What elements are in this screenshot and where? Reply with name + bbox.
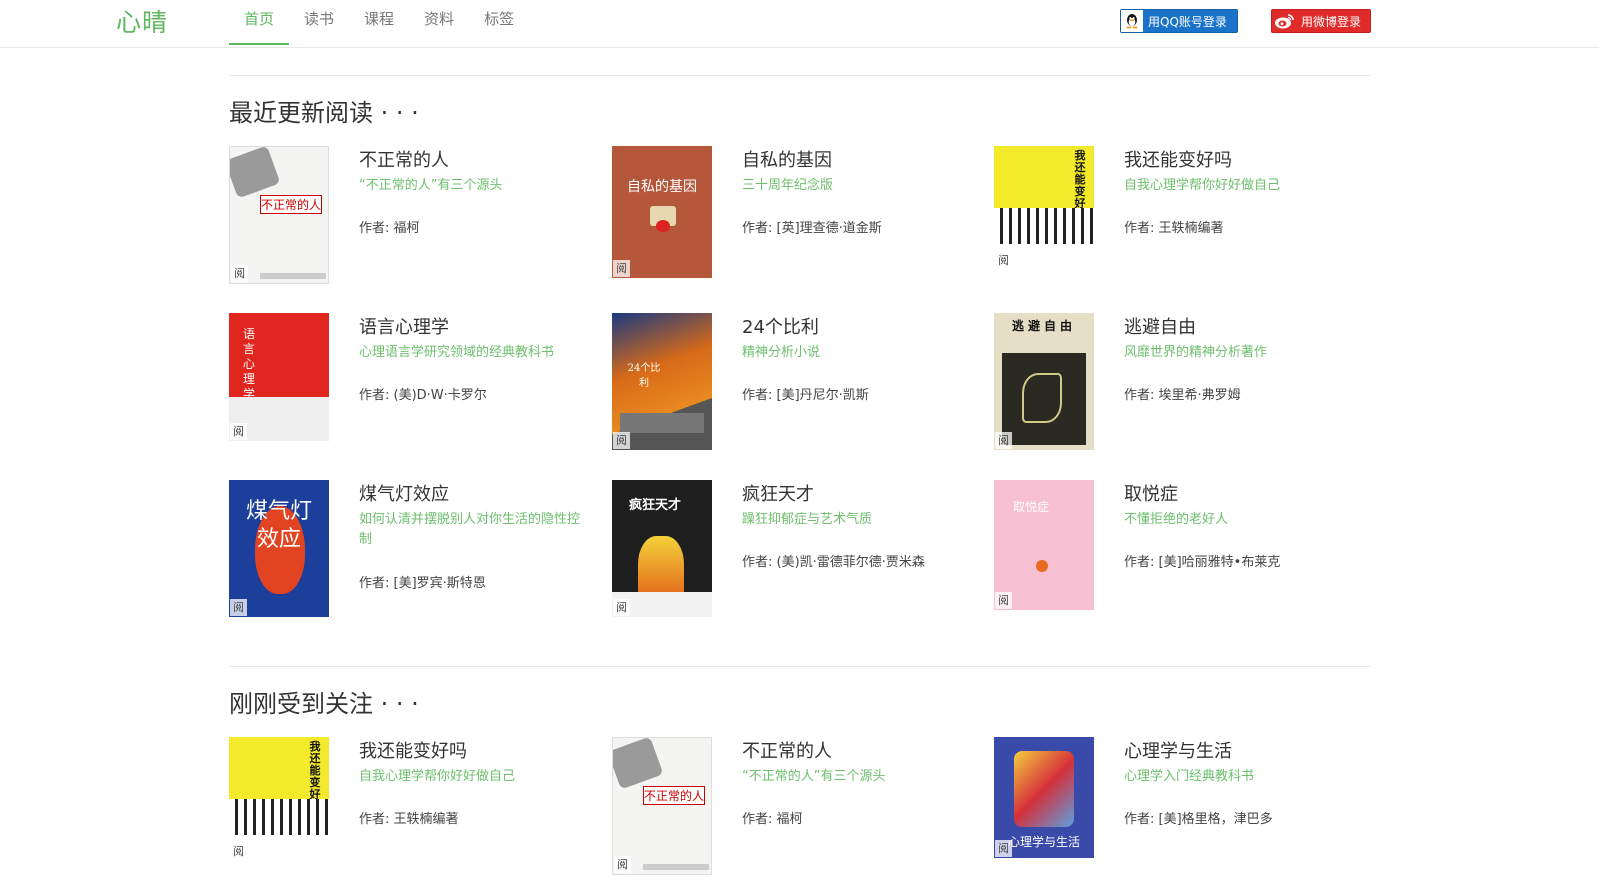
- book-title[interactable]: 我还能变好吗: [1124, 146, 1232, 172]
- site-logo[interactable]: 心晴: [116, 3, 168, 39]
- qq-login-button[interactable]: 用QQ账号登录: [1120, 9, 1238, 33]
- read-tag: 阅: [613, 432, 630, 449]
- cover-title: 取悦症: [1012, 500, 1049, 514]
- book-card: 我还能变好吗 阅 我还能变好吗 自我心理学帮你好好做自己 作者: 王轶楠编著: [229, 737, 599, 877]
- read-tag: 阅: [230, 843, 247, 860]
- read-tag: 阅: [995, 840, 1012, 857]
- cover-title: 不正常的人: [643, 786, 705, 805]
- book-title[interactable]: 24个比利: [742, 313, 819, 339]
- read-tag: 阅: [995, 252, 1012, 269]
- book-title[interactable]: 不正常的人: [742, 737, 832, 763]
- book-subtitle: 躁狂抑郁症与艺术气质: [742, 512, 873, 527]
- book-title[interactable]: 不正常的人: [359, 146, 449, 172]
- book-author: 作者: [英]理查德·道金斯: [742, 221, 882, 236]
- book-card: 语言心理学 阅 语言心理学 心理语言学研究领域的经典教科书 作者: (美)D·W…: [229, 313, 599, 453]
- book-subtitle: 心理语言学研究领域的经典教科书: [359, 345, 555, 360]
- book-cover[interactable]: 逃避自由 阅: [994, 313, 1094, 450]
- book-cover[interactable]: 疯狂天才 阅: [612, 480, 712, 617]
- book-author: 作者: [美]丹尼尔·凯斯: [742, 388, 869, 403]
- book-author: 作者: 王轶楠编著: [1124, 221, 1224, 236]
- book-author: 作者: 福柯: [742, 812, 803, 827]
- book-subtitle: 风靡世界的精神分析著作: [1124, 345, 1268, 360]
- book-cover[interactable]: 不正常的人 阅: [229, 146, 329, 284]
- qq-penguin-icon: [1121, 10, 1143, 32]
- cover-title: 逃避自由: [1011, 319, 1076, 333]
- main-nav: 首页 读书 课程 资料 标签: [229, 0, 529, 45]
- book-cover[interactable]: 我还能变好吗 阅: [994, 146, 1094, 270]
- book-subtitle: “不正常的人”有三个源头: [359, 178, 503, 193]
- nav-materials[interactable]: 资料: [409, 0, 469, 45]
- book-author: 作者: [美]罗宾·斯特恩: [359, 576, 486, 591]
- cover-title: 24个比利: [627, 363, 661, 389]
- book-cover[interactable]: 心理学与生活 阅: [994, 737, 1094, 858]
- read-tag: 阅: [230, 599, 247, 616]
- nav-courses[interactable]: 课程: [349, 0, 409, 45]
- book-subtitle: 精神分析小说: [742, 345, 821, 360]
- book-cover[interactable]: 语言心理学 阅: [229, 313, 329, 441]
- book-cover[interactable]: 煤气灯效应 阅: [229, 480, 329, 617]
- book-author: 作者: [美]格里格，津巴多: [1124, 812, 1273, 827]
- book-subtitle: 自我心理学帮你好好做自己: [359, 769, 516, 784]
- book-subtitle: 三十周年纪念版: [742, 178, 834, 193]
- book-author: 作者: 福柯: [359, 221, 420, 236]
- weibo-icon: [1272, 10, 1296, 32]
- book-cover[interactable]: 不正常的人 阅: [612, 737, 712, 875]
- book-cover[interactable]: 取悦症 阅: [994, 480, 1094, 610]
- book-card: 不正常的人 阅 不正常的人 “不正常的人”有三个源头 作者: 福柯: [229, 146, 599, 286]
- nav-tags[interactable]: 标签: [469, 0, 529, 45]
- book-title[interactable]: 煤气灯效应: [359, 480, 449, 506]
- book-card: 自私的基因 阅 自私的基因 三十周年纪念版 作者: [英]理查德·道金斯: [612, 146, 982, 286]
- book-title[interactable]: 自私的基因: [742, 146, 832, 172]
- book-cover[interactable]: 24个比利 阅: [612, 313, 712, 450]
- book-cover[interactable]: 我还能变好吗 阅: [229, 737, 329, 861]
- book-cover[interactable]: 自私的基因 阅: [612, 146, 712, 278]
- book-card: 不正常的人 阅 不正常的人 “不正常的人”有三个源头 作者: 福柯: [612, 737, 982, 877]
- section-title-recent: 最近更新阅读 · · ·: [229, 99, 419, 127]
- book-title[interactable]: 逃避自由: [1124, 313, 1196, 339]
- book-author: 作者: (美)凯·雷德菲尔德·贾米森: [742, 555, 925, 570]
- book-title[interactable]: 语言心理学: [359, 313, 449, 339]
- top-navbar: 心晴 首页 读书 课程 资料 标签 用QQ账号登录 用微博登录: [0, 0, 1599, 48]
- qq-login-label: 用QQ账号登录: [1148, 14, 1227, 29]
- book-title[interactable]: 我还能变好吗: [359, 737, 467, 763]
- book-subtitle: “不正常的人”有三个源头: [742, 769, 886, 784]
- section-divider: [229, 666, 1371, 667]
- cover-title: 自私的基因: [627, 179, 697, 195]
- read-tag: 阅: [613, 599, 630, 616]
- book-card: 24个比利 阅 24个比利 精神分析小说 作者: [美]丹尼尔·凯斯: [612, 313, 982, 453]
- cover-title: 疯狂天才: [628, 498, 681, 513]
- nav-books[interactable]: 读书: [289, 0, 349, 45]
- section-title-popular: 刚刚受到关注 · · ·: [229, 690, 419, 718]
- read-tag: 阅: [995, 432, 1012, 449]
- read-tag: 阅: [231, 265, 248, 282]
- book-subtitle: 不懂拒绝的老好人: [1124, 512, 1229, 527]
- cover-title: 不正常的人: [260, 195, 322, 214]
- read-tag: 阅: [230, 423, 247, 440]
- book-title[interactable]: 心理学与生活: [1124, 737, 1232, 763]
- cover-title: 语言心理学: [242, 327, 255, 401]
- book-author: 作者: [美]哈丽雅特•布莱克: [1124, 555, 1281, 570]
- book-author: 作者: (美)D·W·卡罗尔: [359, 388, 487, 403]
- section-divider: [229, 75, 1371, 76]
- book-subtitle: 心理学入门经典教科书: [1124, 769, 1255, 784]
- book-subtitle: 如何认清并摆脱别人对你生活的隐性控制: [359, 512, 581, 547]
- book-card: 煤气灯效应 阅 煤气灯效应 如何认清并摆脱别人对你生活的隐性控制 作者: [美]…: [229, 480, 599, 620]
- book-card: 心理学与生活 阅 心理学与生活 心理学入门经典教科书 作者: [美]格里格，津巴…: [994, 737, 1364, 877]
- book-author: 作者: 埃里希·弗罗姆: [1124, 388, 1241, 403]
- read-tag: 阅: [995, 592, 1012, 609]
- weibo-login-label: 用微博登录: [1301, 14, 1362, 29]
- cover-title: 煤气灯效应: [245, 499, 312, 552]
- book-card: 疯狂天才 阅 疯狂天才 躁狂抑郁症与艺术气质 作者: (美)凯·雷德菲尔德·贾米…: [612, 480, 982, 620]
- book-card: 逃避自由 阅 逃避自由 风靡世界的精神分析著作 作者: 埃里希·弗罗姆: [994, 313, 1364, 453]
- read-tag: 阅: [613, 260, 630, 277]
- book-card: 取悦症 阅 取悦症 不懂拒绝的老好人 作者: [美]哈丽雅特•布莱克: [994, 480, 1364, 620]
- book-title[interactable]: 疯狂天才: [742, 480, 814, 506]
- book-card: 我还能变好吗 阅 我还能变好吗 自我心理学帮你好好做自己 作者: 王轶楠编著: [994, 146, 1364, 286]
- weibo-login-button[interactable]: 用微博登录: [1271, 9, 1371, 33]
- book-author: 作者: 王轶楠编著: [359, 812, 459, 827]
- read-tag: 阅: [614, 856, 631, 873]
- book-subtitle: 自我心理学帮你好好做自己: [1124, 178, 1281, 193]
- nav-home[interactable]: 首页: [229, 0, 290, 45]
- book-title[interactable]: 取悦症: [1124, 480, 1178, 506]
